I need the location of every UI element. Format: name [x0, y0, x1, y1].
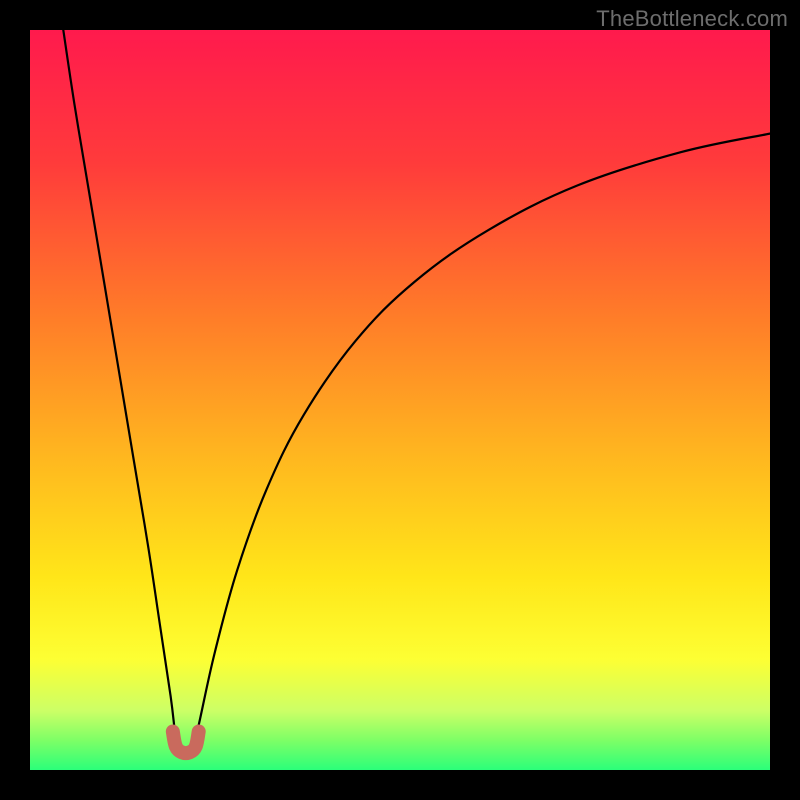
- bottom-u-marker: [173, 732, 199, 754]
- watermark-text: TheBottleneck.com: [596, 6, 788, 32]
- chart-curves: [30, 30, 770, 770]
- right-branch-curve: [193, 134, 770, 752]
- plot-area: [30, 30, 770, 770]
- outer-frame: TheBottleneck.com: [0, 0, 800, 800]
- left-branch-curve: [63, 30, 178, 752]
